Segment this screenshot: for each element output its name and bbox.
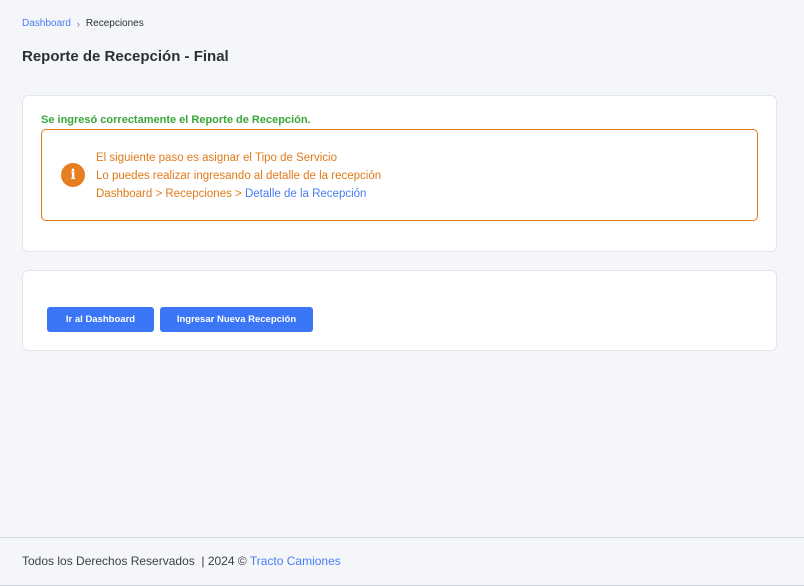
new-reception-button[interactable]: Ingresar Nueva Recepción — [160, 307, 313, 332]
footer-brand-link[interactable]: Tracto Camiones — [250, 554, 341, 568]
footer-text: Todos los Derechos Reservados | 2024 © T… — [22, 554, 341, 568]
alert-line-1: El siguiente paso es asignar el Tipo de … — [96, 152, 338, 164]
actions-card: Ir al Dashboard Ingresar Nueva Recepción — [22, 270, 777, 351]
next-step-alert: i El siguiente paso es asignar el Tipo d… — [41, 129, 758, 221]
info-icon: i — [61, 163, 85, 187]
success-message: Se ingresó correctamente el Reporte de R… — [41, 114, 311, 126]
footer-copyright: Todos los Derechos Reservados | 2024 © — [22, 554, 250, 568]
detalle-recepcion-link[interactable]: Detalle de la Recepción — [245, 188, 366, 200]
breadcrumb-dashboard-link[interactable]: Dashboard — [22, 18, 71, 29]
alert-content: El siguiente paso es asignar el Tipo de … — [96, 149, 381, 203]
page-title: Reporte de Recepción - Final — [22, 48, 229, 65]
breadcrumb-current: Recepciones — [85, 18, 144, 29]
alert-line-2: Lo puedes realizar ingresando al detalle… — [96, 170, 382, 182]
breadcrumb: Dashboard › Recepciones — [22, 18, 144, 29]
success-card: Se ingresó correctamente el Reporte de R… — [22, 95, 777, 252]
footer: Todos los Derechos Reservados | 2024 © T… — [0, 537, 804, 586]
go-to-dashboard-button[interactable]: Ir al Dashboard — [47, 307, 154, 332]
alert-path: Dashboard > Recepciones > Detalle de la … — [96, 185, 381, 203]
alert-path-prefix: Dashboard > Recepciones > — [96, 188, 245, 200]
chevron-right-icon: › — [76, 18, 80, 29]
